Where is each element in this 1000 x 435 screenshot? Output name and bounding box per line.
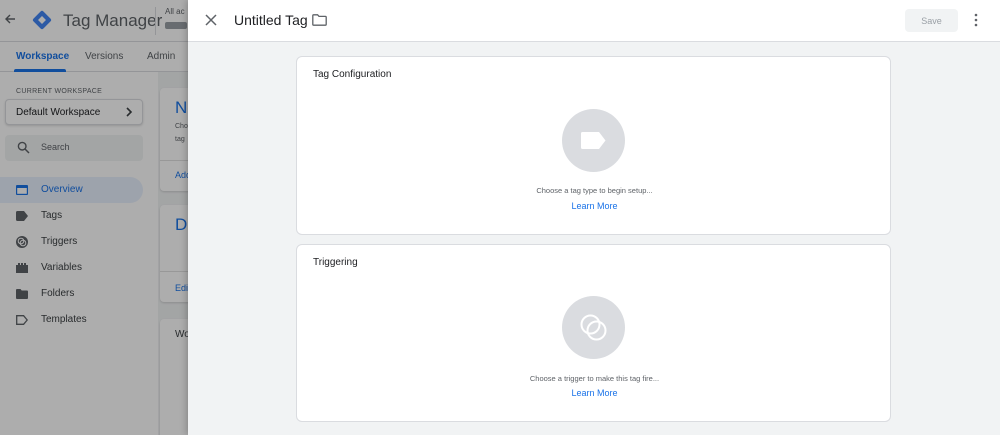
learn-more-link[interactable]: Learn More [571, 388, 617, 398]
tag-editor-sheet: Untitled Tag Save Tag Configuration Choo… [188, 0, 1000, 435]
sheet-header: Untitled Tag Save [188, 0, 1000, 42]
tag-configuration-title: Tag Configuration [313, 69, 392, 80]
tag-learn-more-link: Learn More [297, 201, 892, 211]
triggering-card[interactable]: Triggering Choose a trigger to make this… [296, 244, 891, 422]
tag-type-placeholder[interactable] [562, 109, 625, 172]
tag-type-hint: Choose a tag type to begin setup... [536, 186, 653, 195]
save-button[interactable]: Save [905, 9, 958, 32]
tag-name-title[interactable]: Untitled Tag [234, 12, 308, 28]
close-icon[interactable] [204, 13, 218, 27]
modal-scrim[interactable] [0, 0, 188, 435]
tag-icon [581, 132, 606, 149]
triggering-title: Triggering [313, 257, 358, 268]
more-vert-icon[interactable] [973, 13, 979, 27]
trigger-learn-more-link: Learn More [297, 388, 892, 398]
trigger-icon [580, 314, 607, 341]
learn-more-link[interactable]: Learn More [571, 201, 617, 211]
tag-configuration-card[interactable]: Tag Configuration Choose a tag type to b… [296, 56, 891, 235]
folder-icon[interactable] [312, 14, 327, 26]
trigger-hint: Choose a trigger to make this tag fire..… [529, 374, 660, 383]
trigger-placeholder[interactable] [562, 296, 625, 359]
